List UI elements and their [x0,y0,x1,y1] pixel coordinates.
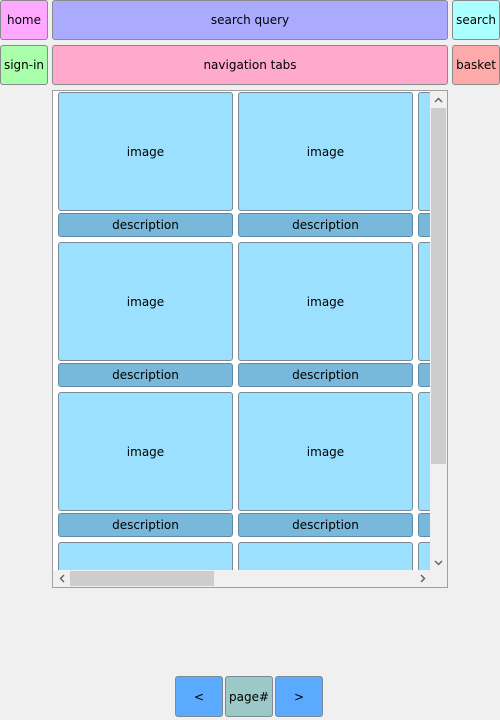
product-image[interactable]: image [238,542,413,571]
chevron-left-icon[interactable] [53,570,70,587]
chevron-up-icon[interactable] [430,91,447,108]
product-image[interactable]: image [58,242,233,361]
horizontal-scrollbar[interactable] [53,570,431,587]
product-description[interactable]: description [58,213,233,237]
product-description[interactable]: description [238,213,413,237]
home-button[interactable]: home [0,0,48,40]
product-image[interactable]: image [58,92,233,211]
navigation-tabs[interactable]: navigation tabs [52,45,448,85]
product-description[interactable]: description [58,513,233,537]
scrollbar-corner [430,570,447,587]
search-query-input[interactable]: search query [52,0,448,40]
product-image[interactable]: image [58,392,233,511]
vertical-scrollbar-thumb[interactable] [431,108,446,464]
product-description[interactable]: description [238,513,413,537]
page-number-indicator: page# [225,676,273,717]
product-image[interactable]: image [238,242,413,361]
product-grid-scroll-area[interactable]: image description image description image des… [52,90,448,588]
horizontal-scrollbar-thumb[interactable] [70,571,214,586]
vertical-scrollbar[interactable] [430,91,447,571]
product-description[interactable]: description [58,363,233,387]
search-button[interactable]: search [452,0,500,40]
product-image[interactable]: image [238,392,413,511]
basket-button[interactable]: basket [452,45,500,85]
previous-page-button[interactable]: < [175,676,223,717]
next-page-button[interactable]: > [275,676,323,717]
product-image[interactable]: image [238,92,413,211]
sign-in-button[interactable]: sign-in [0,45,48,85]
product-grid-viewport: image description image description image des… [53,91,431,571]
chevron-right-icon[interactable] [414,570,431,587]
chevron-down-icon[interactable] [430,554,447,571]
product-description[interactable]: description [238,363,413,387]
product-image[interactable]: image [58,542,233,571]
